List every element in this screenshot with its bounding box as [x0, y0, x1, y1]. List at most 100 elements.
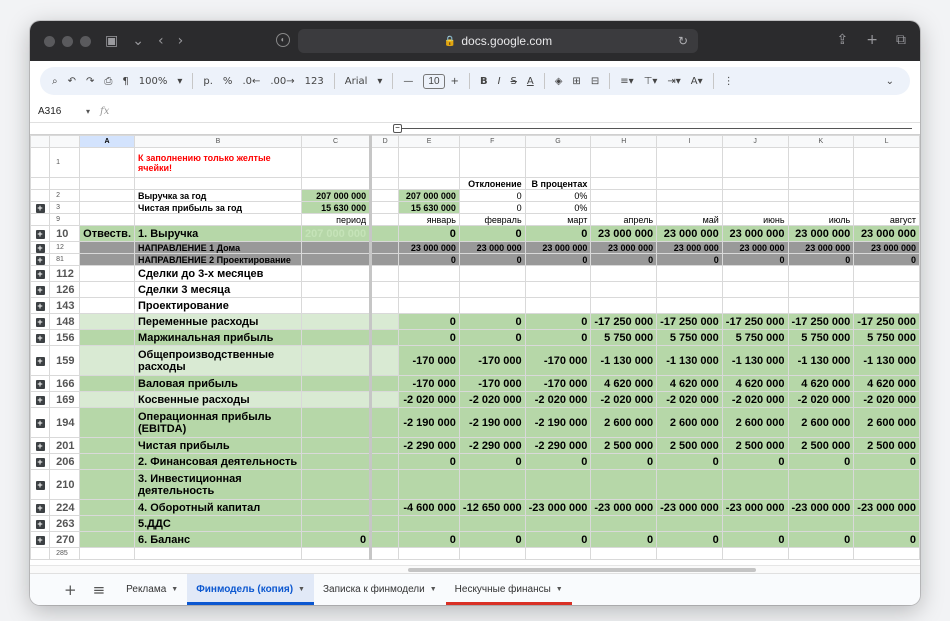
- cell-f-2[interactable]: 0: [458, 189, 526, 202]
- cell-l-156[interactable]: 5 750 000: [853, 329, 920, 346]
- cell-b-10[interactable]: 1. Выручка: [134, 225, 302, 242]
- cell-c-263[interactable]: [300, 515, 373, 532]
- text-color-button[interactable]: A: [527, 76, 534, 87]
- cell-b-201[interactable]: Чистая прибыль: [134, 437, 302, 454]
- cell-e-3[interactable]: 15 630 000: [398, 201, 460, 214]
- cell-b-x[interactable]: [134, 177, 302, 190]
- cell-b-148[interactable]: Переменные расходы: [134, 313, 302, 330]
- cell-e-10[interactable]: 0: [398, 225, 460, 242]
- cell-j-143[interactable]: [721, 297, 789, 314]
- cell-c-194[interactable]: [300, 407, 373, 438]
- row-number[interactable]: 263: [49, 515, 81, 532]
- reload-icon[interactable]: ↻: [678, 34, 688, 48]
- cell-h-285[interactable]: [590, 547, 658, 560]
- cell-f-12[interactable]: 23 000 000: [458, 241, 526, 254]
- cell-f-126[interactable]: [458, 281, 526, 298]
- cell-a-10[interactable]: Отвеств.: [79, 225, 135, 242]
- row-number[interactable]: 156: [49, 329, 81, 346]
- cell-c-9[interactable]: период: [300, 213, 373, 226]
- cell-b-126[interactable]: Сделки 3 месяца: [134, 281, 302, 298]
- column-header-d[interactable]: D: [370, 135, 400, 148]
- cell-f-166[interactable]: -170 000: [458, 375, 526, 392]
- cell-a-3[interactable]: [79, 201, 135, 214]
- row-number[interactable]: 201: [49, 437, 81, 454]
- row-number[interactable]: 12: [49, 241, 81, 254]
- cell-h-112[interactable]: [590, 265, 658, 282]
- cell-l-9[interactable]: август: [853, 213, 920, 226]
- name-box[interactable]: A316: [30, 106, 86, 117]
- cell-k-224[interactable]: -23 000 000: [787, 499, 855, 516]
- cell-i-112[interactable]: [656, 265, 723, 282]
- align-horizontal-icon[interactable]: ≡▾: [620, 76, 633, 87]
- cell-l-148[interactable]: -17 250 000: [853, 313, 920, 330]
- expand-group-icon[interactable]: +: [35, 418, 45, 428]
- cell-h-159[interactable]: -1 130 000: [590, 345, 658, 376]
- cell-h-x[interactable]: [590, 177, 658, 190]
- cell-l-169[interactable]: -2 020 000: [853, 391, 920, 408]
- cell-c-2[interactable]: 207 000 000: [300, 189, 373, 202]
- cell-l-2[interactable]: [853, 189, 920, 202]
- cell-d-169[interactable]: [370, 391, 400, 408]
- cell-l-12[interactable]: 23 000 000: [853, 241, 920, 254]
- cell-i-201[interactable]: 2 500 000: [656, 437, 723, 454]
- cell-i-194[interactable]: 2 600 000: [656, 407, 723, 438]
- cell-l-270[interactable]: 0: [853, 531, 920, 548]
- cell-g-148[interactable]: 0: [524, 313, 592, 330]
- cell-c-224[interactable]: [300, 499, 373, 516]
- expand-group-icon[interactable]: +: [35, 457, 45, 467]
- cell-a-1[interactable]: [79, 147, 135, 178]
- cell-k-3[interactable]: [787, 201, 855, 214]
- cell-c-169[interactable]: [300, 391, 373, 408]
- sheet-table[interactable]: ABCDEFGHIJKL1К заполнению только желтые …: [30, 135, 920, 560]
- cell-a-159[interactable]: [79, 345, 135, 376]
- cell-b-12[interactable]: НАПРАВЛЕНИЕ 1 Дома: [134, 241, 302, 254]
- cell-e-166[interactable]: -170 000: [398, 375, 460, 392]
- row-number[interactable]: 194: [49, 407, 81, 438]
- column-header-f[interactable]: F: [458, 135, 526, 148]
- expand-group-icon[interactable]: +: [35, 519, 45, 529]
- cell-i-263[interactable]: [656, 515, 723, 532]
- cell-j-3[interactable]: [721, 201, 789, 214]
- row-number[interactable]: 210: [49, 469, 81, 500]
- cell-i-206[interactable]: 0: [656, 453, 723, 470]
- cell-f-10[interactable]: 0: [458, 225, 526, 242]
- cell-k-194[interactable]: 2 600 000: [787, 407, 855, 438]
- cell-i-126[interactable]: [656, 281, 723, 298]
- cell-g-1[interactable]: [524, 147, 592, 178]
- text-rotation-icon[interactable]: A▾: [691, 76, 703, 87]
- expand-group-icon[interactable]: +: [35, 441, 45, 451]
- cell-f-156[interactable]: 0: [458, 329, 526, 346]
- cell-d-10[interactable]: [370, 225, 400, 242]
- chevron-down-icon[interactable]: ▾: [86, 107, 90, 116]
- cell-j-12[interactable]: 23 000 000: [721, 241, 789, 254]
- row-number[interactable]: 112: [49, 265, 81, 282]
- cell-k-166[interactable]: 4 620 000: [787, 375, 855, 392]
- bold-button[interactable]: B: [480, 76, 488, 87]
- cell-d-159[interactable]: [370, 345, 400, 376]
- cell-e-206[interactable]: 0: [398, 453, 460, 470]
- print-icon[interactable]: ⎙: [104, 76, 112, 87]
- cell-e-169[interactable]: -2 020 000: [398, 391, 460, 408]
- cell-d-206[interactable]: [370, 453, 400, 470]
- cell-b-156[interactable]: Маржинальная прибыль: [134, 329, 302, 346]
- cell-j-156[interactable]: 5 750 000: [721, 329, 789, 346]
- row-number[interactable]: [49, 177, 81, 190]
- cell-g-206[interactable]: 0: [524, 453, 592, 470]
- cell-l-126[interactable]: [853, 281, 920, 298]
- cell-l-285[interactable]: [853, 547, 920, 560]
- expand-group-icon[interactable]: +: [35, 269, 45, 279]
- expand-group-icon[interactable]: +: [35, 301, 45, 311]
- cell-j-210[interactable]: [721, 469, 789, 500]
- cell-l-201[interactable]: 2 500 000: [853, 437, 920, 454]
- row-number[interactable]: 2: [49, 189, 81, 202]
- cell-a-263[interactable]: [79, 515, 135, 532]
- cell-b-9[interactable]: [134, 213, 302, 226]
- paint-format-icon[interactable]: ¶: [122, 76, 128, 87]
- cell-b-3[interactable]: Чистая прибыль за год: [134, 201, 302, 214]
- sheet-tab[interactable]: Записка к финмодели ▼: [314, 574, 446, 605]
- collapse-toolbar-icon[interactable]: ⌄: [886, 76, 894, 87]
- cell-f-169[interactable]: -2 020 000: [458, 391, 526, 408]
- cell-h-270[interactable]: 0: [590, 531, 658, 548]
- cell-e-224[interactable]: -4 600 000: [398, 499, 460, 516]
- cell-f-285[interactable]: [458, 547, 526, 560]
